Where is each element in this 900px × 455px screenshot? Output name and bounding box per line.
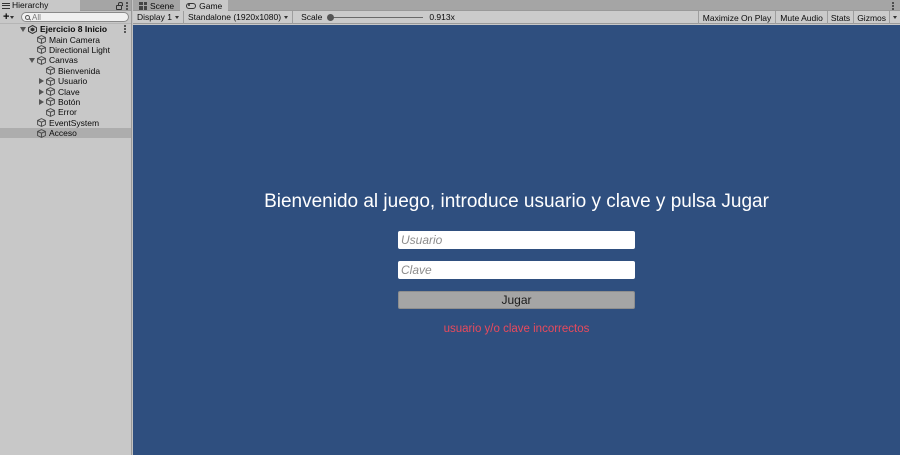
list-item-label: Clave (58, 86, 80, 97)
unity-scene-icon (28, 24, 37, 34)
scale-label: Scale (301, 12, 323, 22)
tab-scene-label: Scene (150, 0, 175, 11)
fold-closed-icon[interactable] (39, 88, 44, 95)
list-item[interactable]: Usuario (0, 76, 131, 86)
maximize-label: Maximize On Play (702, 12, 772, 23)
scale-slider-handle[interactable] (327, 13, 335, 21)
scale-value: 0.913x (429, 12, 455, 22)
list-item-label: Main Camera (49, 34, 101, 45)
list-item[interactable]: Canvas (0, 55, 131, 65)
scene-name: Ejercicio 8 Inicio (40, 24, 108, 35)
stats-label: Stats (830, 12, 851, 23)
play-button[interactable]: Jugar (398, 291, 635, 309)
scale-slider[interactable] (327, 13, 424, 21)
hierarchy-search-row: + (0, 11, 131, 24)
list-item-selected[interactable]: Acceso (0, 127, 131, 139)
grid-icon (139, 1, 147, 10)
gameobject-cube-icon (37, 55, 46, 65)
username-input[interactable] (398, 231, 635, 249)
gameobject-cube-icon (37, 35, 46, 44)
tab-scene[interactable]: Scene (133, 0, 180, 11)
list-item-label: Canvas (49, 55, 78, 66)
hierarchy-search-box[interactable] (21, 12, 129, 22)
chevron-down-icon (284, 15, 289, 19)
display-dropdown[interactable]: Display 1 (133, 10, 184, 24)
fold-open-icon[interactable] (20, 26, 26, 32)
more-options-icon[interactable] (126, 1, 128, 10)
resolution-dropdown[interactable]: Standalone (1920x1080) (184, 10, 294, 24)
search-icon (25, 14, 30, 20)
gameobject-cube-icon (37, 128, 46, 138)
maximize-on-play-toggle[interactable]: Maximize On Play (697, 11, 776, 24)
mute-audio-toggle[interactable]: Mute Audio (775, 11, 827, 24)
scene-options-icon[interactable] (124, 25, 126, 33)
tab-hierarchy-label: Hierarchy (12, 0, 49, 10)
gizmos-dropdown[interactable] (889, 11, 900, 24)
mute-label: Mute Audio (780, 12, 823, 23)
list-item-label: Acceso (49, 128, 77, 139)
view-tab-bar: Scene Game (133, 0, 900, 11)
list-icon (2, 2, 10, 9)
hierarchy-search-input[interactable] (32, 12, 102, 22)
gameobject-cube-icon (46, 76, 55, 86)
gameobject-cube-icon (46, 87, 55, 96)
scale-control: Scale 0.913x (293, 11, 455, 24)
game-viewport[interactable]: Bienvenido al juego, introduce usuario y… (133, 25, 900, 455)
list-item[interactable]: Directional Light (0, 45, 131, 55)
list-item[interactable]: Bienvenida (0, 66, 131, 76)
plus-icon: + (3, 11, 10, 23)
hierarchy-panel: Hierarchy + Ejercicio 8 Inicio Main Ca (0, 0, 132, 455)
gameobject-cube-icon (37, 45, 46, 55)
game-panel: Scene Game Display 1 Standalone (1920x10… (133, 0, 900, 455)
list-item[interactable]: Botón (0, 97, 131, 107)
fold-open-icon[interactable] (29, 57, 35, 63)
chevron-down-icon (10, 15, 15, 19)
gameobject-cube-icon (46, 97, 55, 107)
stats-toggle[interactable]: Stats (826, 11, 853, 24)
list-item-label: Directional Light (49, 44, 110, 55)
gamepad-icon (186, 2, 197, 9)
resolution-label: Standalone (1920x1080) (187, 12, 282, 22)
list-item[interactable]: Error (0, 107, 131, 117)
chevron-down-icon (893, 16, 897, 19)
display-label: Display 1 (137, 12, 172, 22)
hierarchy-tab-bar: Hierarchy (0, 0, 131, 11)
scene-root[interactable]: Ejercicio 8 Inicio (0, 24, 131, 34)
list-item[interactable]: Main Camera (0, 34, 131, 45)
gameobject-cube-icon (46, 107, 55, 117)
hierarchy-tools (116, 0, 128, 11)
gizmos-label: Gizmos (857, 12, 886, 23)
list-item-label: EventSystem (49, 117, 100, 128)
error-message: usuario y/o clave incorrectos (443, 323, 590, 335)
tab-game-label: Game (199, 0, 223, 11)
welcome-text: Bienvenido al juego, introduce usuario y… (264, 191, 769, 212)
chevron-down-icon (174, 15, 179, 19)
game-toolbar: Display 1 Standalone (1920x1080) Scale 0… (133, 10, 900, 24)
password-input[interactable] (398, 261, 635, 279)
add-object-button[interactable]: + (2, 12, 19, 23)
list-item-label: Usuario (58, 76, 88, 87)
fold-closed-icon[interactable] (39, 98, 44, 105)
list-item-label: Botón (58, 96, 81, 107)
tab-game[interactable]: Game (180, 0, 229, 11)
gameobject-cube-icon (46, 66, 55, 76)
list-item-label: Bienvenida (58, 65, 101, 76)
hierarchy-tree: Ejercicio 8 Inicio Main Camera Direction… (0, 24, 131, 139)
gameobject-cube-icon (37, 118, 46, 128)
list-item[interactable]: Clave (0, 86, 131, 97)
lock-icon[interactable] (116, 1, 123, 10)
toolbar-right-group: Maximize On Play Mute Audio Stats Gizmos (697, 11, 900, 24)
gizmos-button[interactable]: Gizmos (853, 11, 889, 24)
list-item-label: Error (58, 107, 77, 118)
list-item[interactable]: EventSystem (0, 118, 131, 128)
fold-closed-icon[interactable] (39, 78, 44, 85)
tab-hierarchy[interactable]: Hierarchy (0, 0, 80, 11)
more-options-icon[interactable] (892, 1, 894, 10)
